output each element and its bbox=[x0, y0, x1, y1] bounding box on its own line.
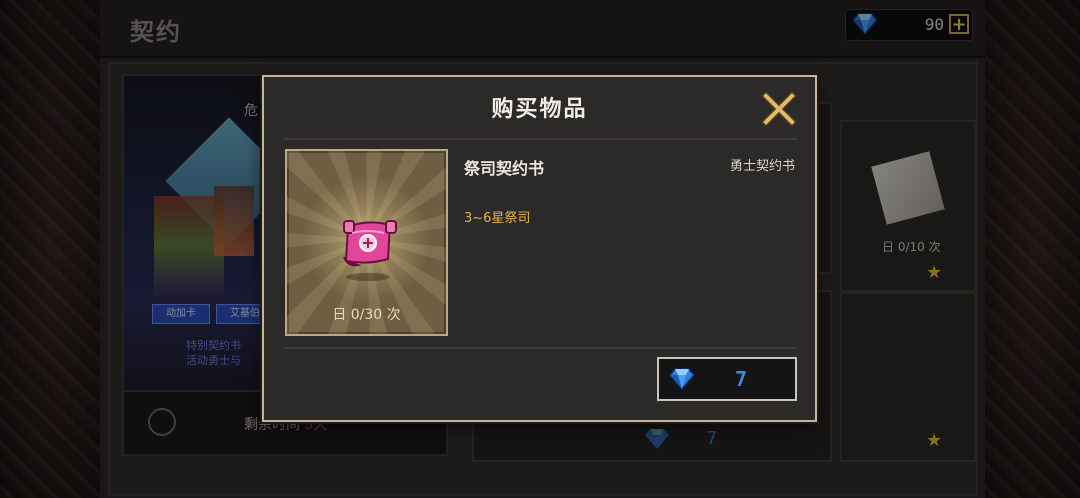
priest-scroll-icon bbox=[332, 211, 404, 287]
divider bbox=[284, 138, 797, 140]
daily-purchase-limit: 日 0/30 次 bbox=[332, 307, 401, 323]
item-name: 祭司契约书 bbox=[464, 159, 545, 178]
close-x-icon bbox=[761, 91, 797, 127]
purchase-dialog: 购买物品 日 0/30 次 祭司契约书 勇士契约书 3~6星祭司 7 bbox=[262, 75, 817, 422]
dialog-title: 购买物品 bbox=[491, 97, 588, 122]
item-category: 勇士契约书 bbox=[729, 159, 795, 174]
gem-icon bbox=[669, 368, 695, 394]
divider bbox=[284, 347, 797, 349]
item-description: 3~6星祭司 bbox=[464, 211, 531, 226]
close-button[interactable] bbox=[761, 91, 797, 127]
item-preview: 日 0/30 次 bbox=[285, 149, 448, 336]
buy-button[interactable]: 7 bbox=[657, 357, 797, 401]
buy-price: 7 bbox=[735, 367, 748, 391]
